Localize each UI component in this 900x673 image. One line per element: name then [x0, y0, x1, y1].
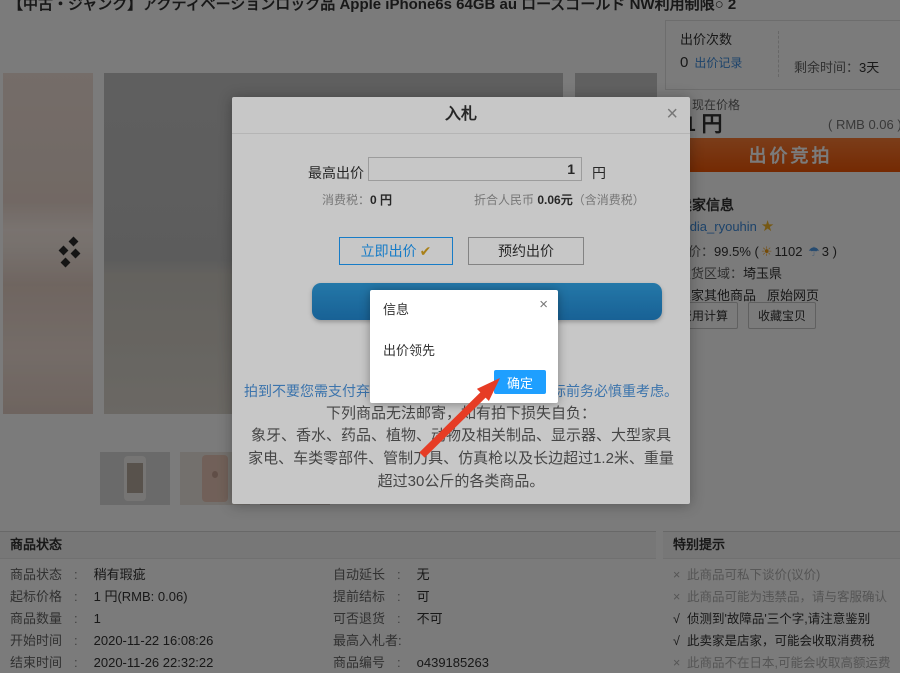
page-root: 【中古・ジャンク】アクティベーションロック品 Apple iPhone6s 64… [0, 0, 900, 673]
info-dialog-title: 信息 [383, 299, 409, 318]
close-icon[interactable]: × [539, 296, 548, 313]
info-dialog-message: 出价领先 [383, 340, 435, 359]
info-dialog: 信息 × 出价领先 确定 [370, 290, 558, 403]
ok-button[interactable]: 确定 [494, 370, 546, 394]
